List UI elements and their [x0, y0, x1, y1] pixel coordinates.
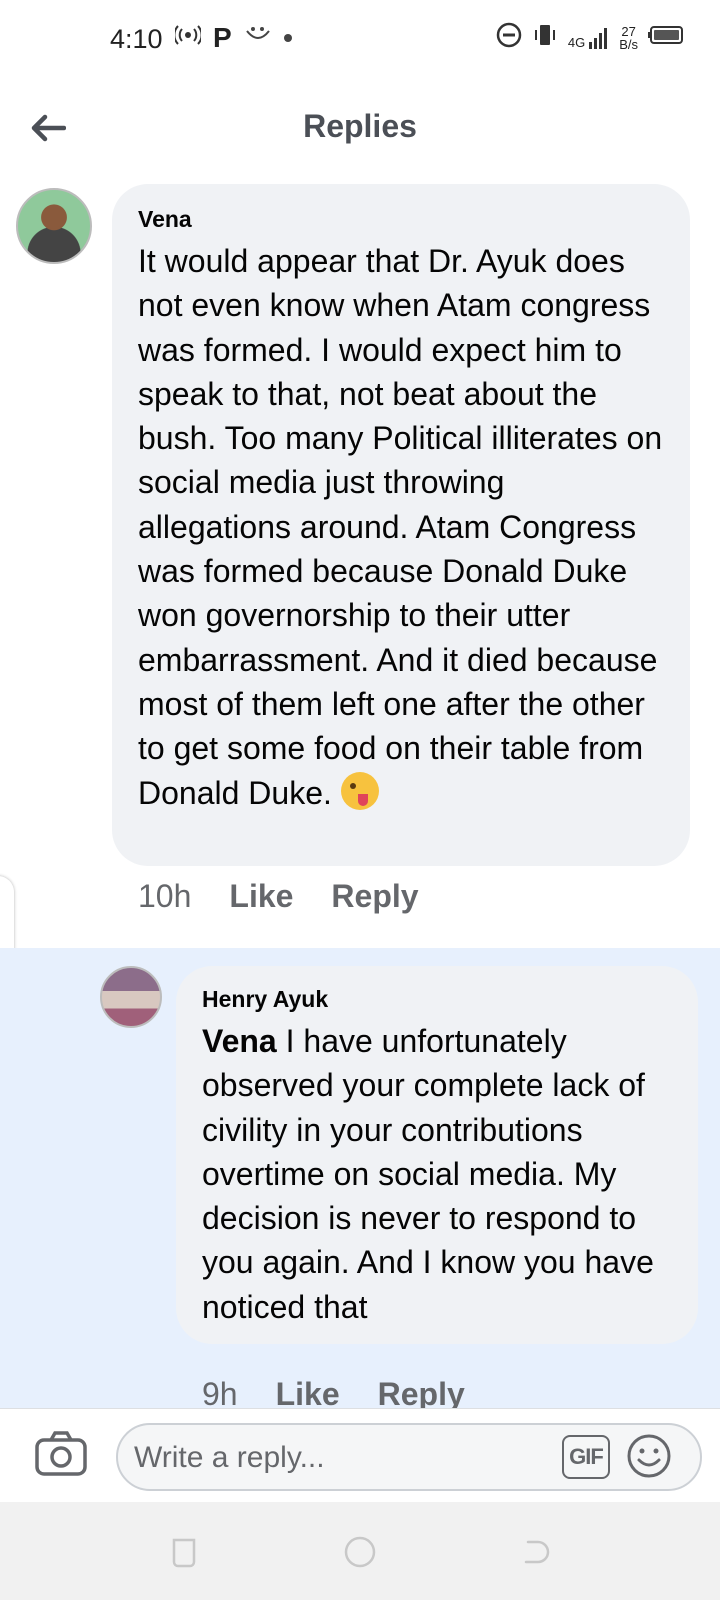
- app-notification-icon: [244, 25, 272, 52]
- comment-actions: 10h Like Reply: [138, 878, 419, 915]
- like-button[interactable]: Like: [229, 878, 293, 915]
- replies-header: Replies: [0, 80, 720, 177]
- recents-icon: [172, 1538, 196, 1568]
- comment-body: It would appear that Dr. Ayuk does not e…: [138, 243, 663, 811]
- data-speed: 27 B/s: [619, 25, 638, 51]
- cellular-signal-icon: 4G: [568, 27, 609, 49]
- hotspot-icon: [173, 24, 203, 52]
- comment-author[interactable]: Henry Ayuk: [202, 986, 672, 1013]
- status-right-icons: 4G 27 B/s: [496, 22, 684, 53]
- avatar[interactable]: [100, 966, 162, 1028]
- page-title: Replies: [303, 108, 417, 144]
- parking-app-icon: P: [213, 22, 232, 53]
- back-nav-icon: [524, 1540, 550, 1564]
- reply-item: Henry Ayuk Vena I have unfortunately obs…: [0, 948, 720, 1412]
- do-not-disturb-icon: [496, 22, 522, 53]
- back-nav-button[interactable]: [516, 1532, 556, 1572]
- comment-text: Vena I have unfortunately observed your …: [202, 1019, 672, 1329]
- status-bar: 4:10 P 4G 27 B/s: [0, 0, 720, 80]
- comment-timestamp: 10h: [138, 878, 192, 914]
- speed-value: 27: [621, 23, 636, 39]
- speed-unit: B/s: [619, 36, 638, 52]
- reply-composer: GIF: [0, 1408, 720, 1503]
- emoji-button[interactable]: [626, 1433, 672, 1479]
- more-notifications-dot: [283, 34, 292, 42]
- home-icon: [344, 1536, 376, 1568]
- comment-bubble[interactable]: Henry Ayuk Vena I have unfortunately obs…: [176, 966, 698, 1344]
- avatar[interactable]: [16, 188, 92, 264]
- comment-text: It would appear that Dr. Ayuk does not e…: [138, 239, 664, 815]
- comment-author[interactable]: Vena: [138, 206, 664, 233]
- battery-icon: [648, 25, 684, 50]
- home-button[interactable]: [340, 1532, 380, 1572]
- recents-button[interactable]: [164, 1532, 204, 1572]
- status-time: 4:10: [110, 24, 163, 54]
- reply-input[interactable]: [132, 1435, 536, 1481]
- comment-item: Vena It would appear that Dr. Ayuk does …: [0, 176, 720, 948]
- system-navigation-bar: [0, 1502, 720, 1600]
- status-left-icons: P: [173, 22, 292, 54]
- camera-button[interactable]: [34, 1429, 88, 1479]
- camera-icon: [35, 1431, 87, 1476]
- reply-input-container: GIF: [116, 1423, 702, 1491]
- network-type: 4G: [567, 34, 586, 50]
- winking-tongue-emoji-icon: [340, 771, 379, 810]
- vibrate-icon: [532, 22, 558, 53]
- smiley-icon: [627, 1434, 671, 1478]
- gif-button[interactable]: GIF: [562, 1435, 610, 1479]
- comment-bubble[interactable]: Vena It would appear that Dr. Ayuk does …: [112, 184, 690, 866]
- mention-link[interactable]: Vena: [202, 1023, 277, 1059]
- reply-button[interactable]: Reply: [331, 878, 418, 915]
- comment-body: I have unfortunately observed your compl…: [202, 1023, 654, 1325]
